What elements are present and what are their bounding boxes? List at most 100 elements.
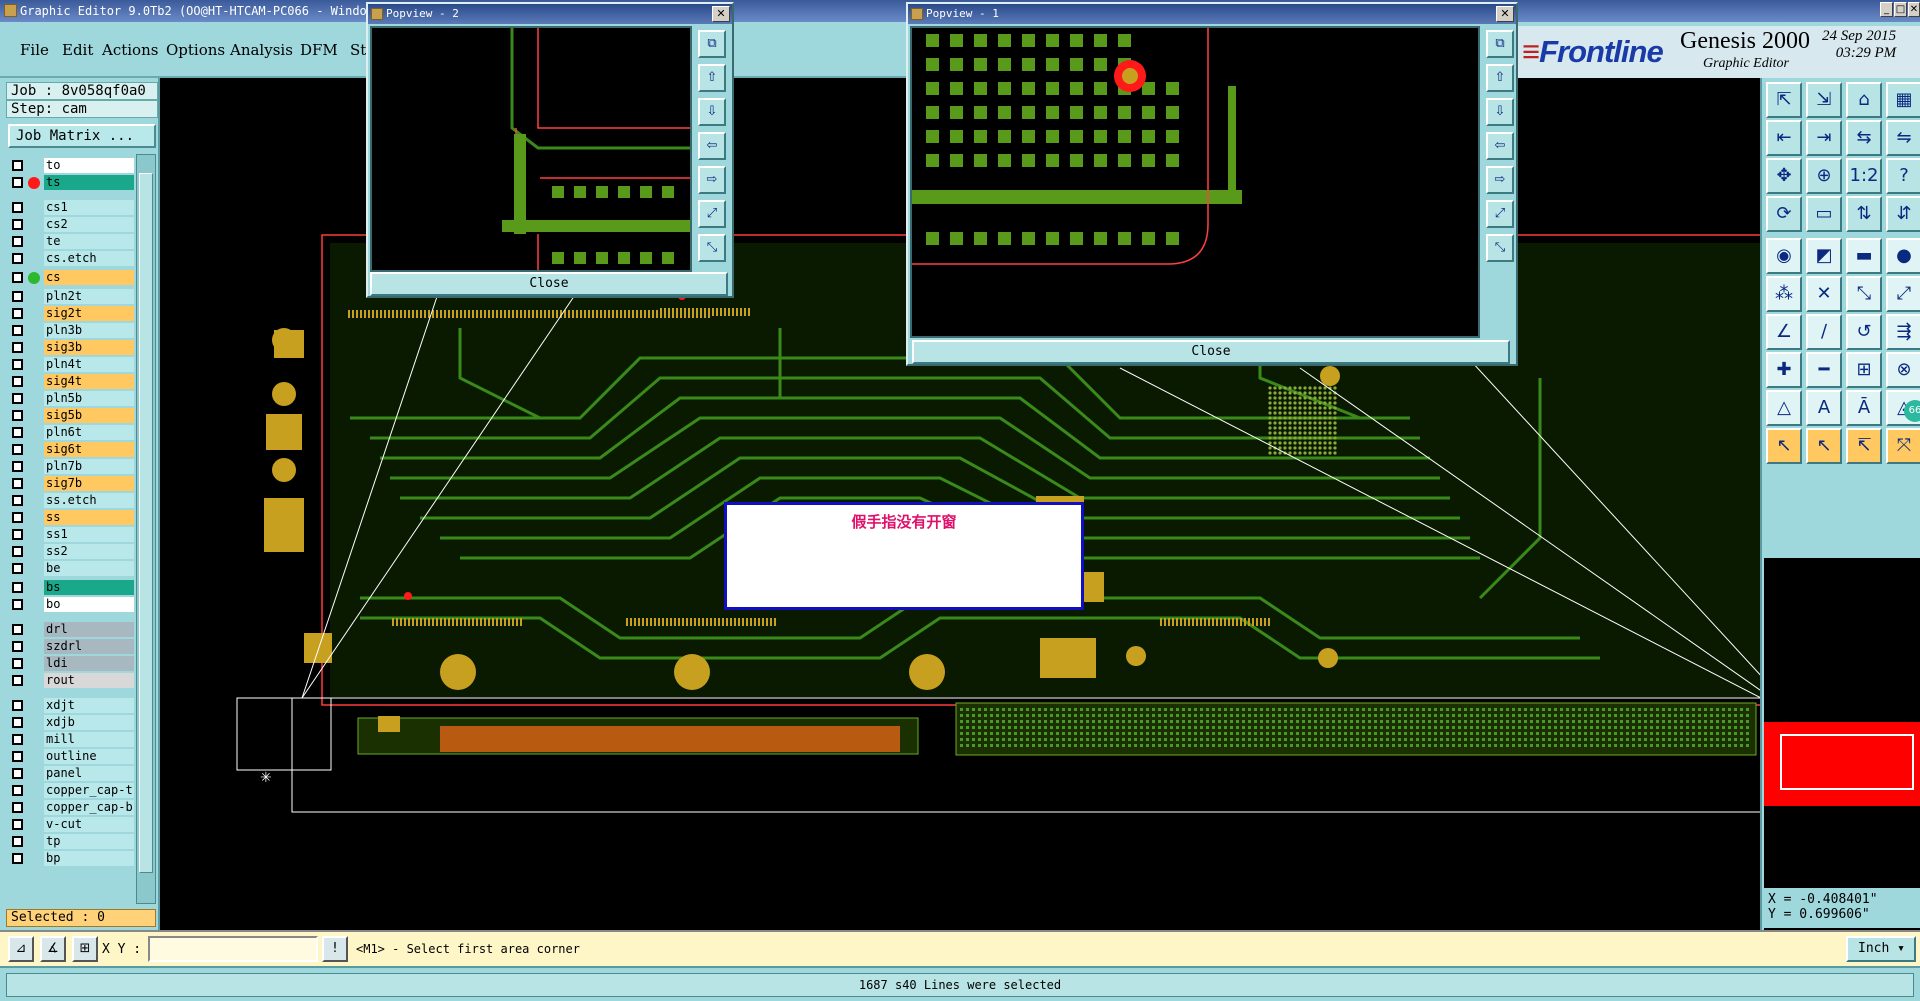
layer-name[interactable]: sig4t [44, 374, 134, 389]
menu-dfm[interactable]: DFM [300, 41, 338, 59]
layer-name[interactable]: sig5b [44, 408, 134, 423]
pv1-zoom-in-icon[interactable]: ⤢ [1486, 200, 1514, 228]
layer-name[interactable]: panel [44, 766, 134, 781]
layer-row[interactable]: cs2 [8, 217, 134, 232]
maximize-button[interactable]: □ [1894, 2, 1907, 17]
layer-checkbox[interactable] [12, 751, 23, 762]
layer-name[interactable]: be [44, 561, 134, 576]
layer-name[interactable]: to [44, 158, 134, 173]
layer-name[interactable]: sig7b [44, 476, 134, 491]
layer-row[interactable]: sig7b [8, 476, 134, 491]
layer-row[interactable]: bp [8, 851, 134, 866]
layer-name[interactable]: xdjb [44, 715, 134, 730]
layer-checkbox[interactable] [12, 291, 23, 302]
layer-name[interactable]: ss.etch [44, 493, 134, 508]
layer-row[interactable]: ss [8, 510, 134, 525]
layer-name[interactable]: v-cut [44, 817, 134, 832]
layer-row[interactable]: sig5b [8, 408, 134, 423]
layer-row[interactable]: outline [8, 749, 134, 764]
tool-icon-33[interactable]: △ [1766, 390, 1802, 426]
layer-checkbox[interactable] [12, 236, 23, 247]
layer-checkbox[interactable] [12, 599, 23, 610]
layer-checkbox[interactable] [12, 768, 23, 779]
layer-name[interactable]: ss [44, 510, 134, 525]
layer-checkbox[interactable] [12, 393, 23, 404]
layer-row[interactable]: pln5b [8, 391, 134, 406]
layer-row[interactable]: pln3b [8, 323, 134, 338]
tool-icon-10[interactable]: ⊕ [1806, 158, 1842, 194]
tool-icon-17[interactable]: ◉ [1766, 238, 1802, 274]
layer-row[interactable]: szdrl [8, 639, 134, 654]
layer-checkbox[interactable] [12, 461, 23, 472]
layer-name[interactable]: pln5b [44, 391, 134, 406]
layer-row[interactable]: ss.etch [8, 493, 134, 508]
layer-name[interactable]: bp [44, 851, 134, 866]
tool-icon-3[interactable]: ⌂ [1846, 82, 1882, 118]
tool-icon-31[interactable]: ⊞ [1846, 352, 1882, 388]
measure-icon[interactable]: ∡ [40, 936, 66, 962]
layer-row[interactable]: cs [8, 270, 134, 285]
layer-checkbox[interactable] [12, 785, 23, 796]
tool-icon-24[interactable]: ⤢ [1886, 276, 1920, 312]
layer-row[interactable]: ss2 [8, 544, 134, 559]
tool-icon-39[interactable]: ↸ [1846, 428, 1882, 464]
tool-icon-4[interactable]: ▦ [1886, 82, 1920, 118]
layer-checkbox[interactable] [12, 202, 23, 213]
layer-row[interactable]: xdjt [8, 698, 134, 713]
unit-selector[interactable]: Inch ▾ [1846, 936, 1916, 962]
layer-row[interactable]: pln7b [8, 459, 134, 474]
tool-icon-25[interactable]: ∠ [1766, 314, 1802, 350]
layer-name[interactable]: ss2 [44, 544, 134, 559]
menu-edit[interactable]: Edit [62, 41, 93, 59]
layer-checkbox[interactable] [12, 495, 23, 506]
layer-name[interactable]: pln2t [44, 289, 134, 304]
layer-name[interactable]: rout [44, 673, 134, 688]
layer-row[interactable]: cs.etch [8, 251, 134, 266]
menu-actions[interactable]: Actions [102, 41, 158, 59]
layer-name[interactable]: cs1 [44, 200, 134, 215]
layer-row[interactable]: copper_cap-b [8, 800, 134, 815]
pv2-zoom-in-icon[interactable]: ⤢ [698, 200, 726, 228]
tool-icon-7[interactable]: ⇆ [1846, 120, 1882, 156]
layer-name[interactable]: drl [44, 622, 134, 637]
tool-icon-6[interactable]: ⇥ [1806, 120, 1842, 156]
layer-row[interactable]: sig4t [8, 374, 134, 389]
layer-checkbox[interactable] [12, 219, 23, 230]
popview-2-close-icon[interactable]: ✕ [712, 6, 730, 22]
pv1-left-icon[interactable]: ⇦ [1486, 132, 1514, 160]
layer-row[interactable]: panel [8, 766, 134, 781]
window-close-button[interactable]: ✕ [1908, 2, 1920, 17]
tool-icon-23[interactable]: ⤡ [1846, 276, 1882, 312]
layer-row[interactable]: pln2t [8, 289, 134, 304]
alert-icon[interactable]: ! [322, 936, 348, 962]
menu-file[interactable]: File [20, 41, 49, 59]
pv1-down-icon[interactable]: ⇩ [1486, 98, 1514, 126]
layer-checkbox[interactable] [12, 325, 23, 336]
tool-icon-30[interactable]: ━ [1806, 352, 1842, 388]
layer-checkbox[interactable] [12, 853, 23, 864]
layer-name[interactable]: ss1 [44, 527, 134, 542]
layer-row[interactable]: copper_cap-t [8, 783, 134, 798]
layer-name[interactable]: pln4t [44, 357, 134, 372]
layer-row[interactable]: ss1 [8, 527, 134, 542]
layer-row[interactable]: v-cut [8, 817, 134, 832]
layer-name[interactable]: cs.etch [44, 251, 134, 266]
menu-options[interactable]: Options [166, 41, 225, 59]
layer-checkbox[interactable] [12, 177, 23, 188]
tool-icon-8[interactable]: ⇋ [1886, 120, 1920, 156]
layer-checkbox[interactable] [12, 160, 23, 171]
layer-checkbox[interactable] [12, 253, 23, 264]
tool-icon-1[interactable]: ⇱ [1766, 82, 1802, 118]
layer-checkbox[interactable] [12, 836, 23, 847]
tool-icon-37[interactable]: ↖ [1766, 428, 1802, 464]
tool-icon-38[interactable]: ↖ [1806, 428, 1842, 464]
pv2-zoom-out-icon[interactable]: ⤡ [698, 234, 726, 262]
pv1-right-icon[interactable]: ⇨ [1486, 166, 1514, 194]
layer-name[interactable]: pln3b [44, 323, 134, 338]
layer-name[interactable]: pln7b [44, 459, 134, 474]
layer-row[interactable]: te [8, 234, 134, 249]
tool-icon-22[interactable]: ✕ [1806, 276, 1842, 312]
popview-1-close-button[interactable]: Close [912, 340, 1510, 364]
layer-row[interactable]: rout [8, 673, 134, 688]
layer-row[interactable]: ldi [8, 656, 134, 671]
